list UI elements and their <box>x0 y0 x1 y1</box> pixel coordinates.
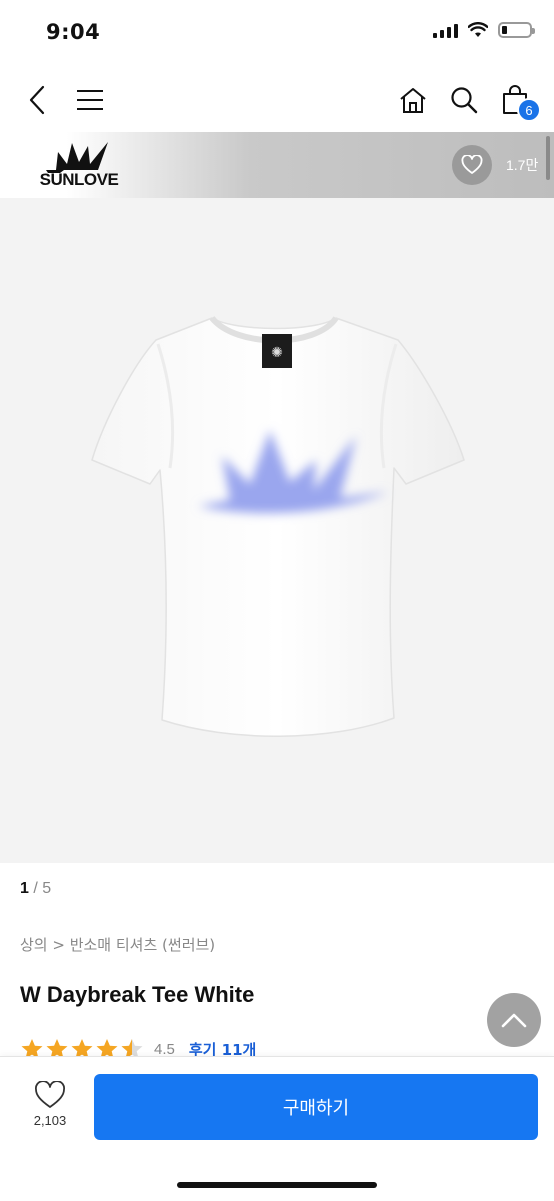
brand-logo-text: SUNLOVE <box>39 170 119 189</box>
wishlist-button[interactable]: 2,103 <box>24 1081 76 1143</box>
battery-level <box>502 26 507 34</box>
cart-count-badge: 6 <box>517 98 541 122</box>
home-indicator <box>177 1182 377 1188</box>
hamburger-menu-icon <box>77 90 103 110</box>
status-time: 9:04 <box>46 20 101 44</box>
buy-button[interactable]: 구매하기 <box>94 1074 538 1140</box>
tshirt-product-photo: ✺ <box>91 315 465 737</box>
brand-like-button[interactable] <box>452 145 492 185</box>
breadcrumb[interactable]: 상의 > 반소매 티셔츠 (썬러브) <box>20 934 215 955</box>
svg-text:✺: ✺ <box>271 345 283 361</box>
scrollbar-thumb[interactable] <box>546 136 550 180</box>
cellular-signal-icon <box>433 22 458 38</box>
cart-button[interactable]: 6 <box>493 78 541 122</box>
heart-outline-icon <box>461 155 483 174</box>
wishlist-count: 2,103 <box>33 1113 67 1128</box>
home-icon <box>400 88 426 113</box>
image-counter-current: 1 <box>20 880 29 897</box>
search-button[interactable] <box>442 78 486 122</box>
menu-button[interactable] <box>68 78 112 122</box>
heart-outline-icon <box>35 1081 65 1108</box>
chevron-up-icon <box>501 1013 527 1028</box>
scroll-to-top-button[interactable] <box>487 993 541 1047</box>
status-bar: 9:04 <box>0 0 554 66</box>
home-button[interactable] <box>391 78 435 122</box>
product-image[interactable]: ✺ <box>0 198 554 863</box>
battery-icon <box>498 22 535 38</box>
brand-like-count: 1.7만 <box>506 157 539 173</box>
image-counter: 1 / 5 <box>20 880 51 898</box>
image-counter-total: 5 <box>42 880 52 897</box>
sun-crown-logo-icon <box>46 142 108 173</box>
nav-bar: 6 <box>0 66 554 132</box>
brand-logo[interactable]: SUNLOVE <box>26 140 132 192</box>
back-button[interactable] <box>16 78 60 122</box>
search-icon <box>451 87 478 114</box>
image-counter-separator: / <box>28 880 43 897</box>
chevron-left-icon <box>29 85 45 115</box>
status-icons <box>433 22 535 38</box>
bottom-action-bar: 2,103 구매하기 <box>0 1056 554 1201</box>
wifi-icon <box>468 22 488 37</box>
rating-value: 4.5 <box>154 1040 175 1058</box>
product-title: W Daybreak Tee White <box>20 982 255 1007</box>
